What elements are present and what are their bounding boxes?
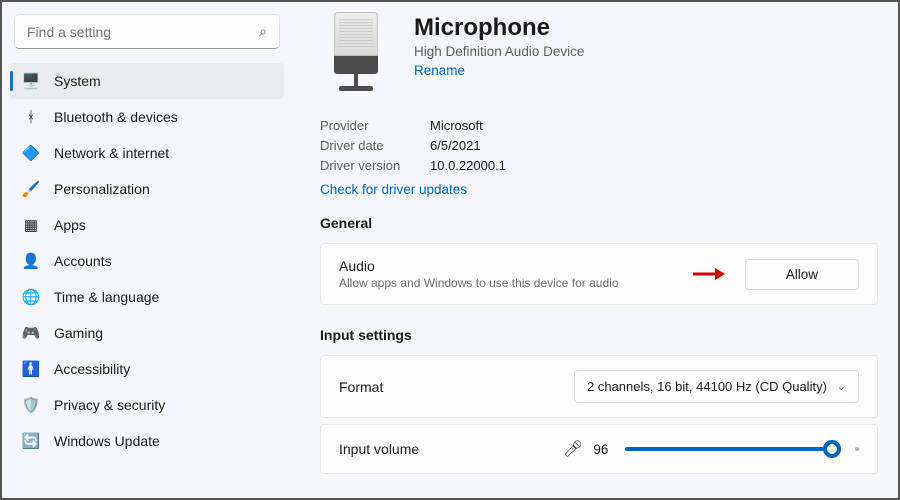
search-input[interactable] [27,24,259,40]
search-box[interactable]: ⌕ [14,14,280,49]
sidebar-item-windows-update[interactable]: 🔄 Windows Update [10,423,284,459]
sidebar-item-accessibility[interactable]: 🚹 Accessibility [10,351,284,387]
accessibility-icon: 🚹 [22,360,40,378]
audio-card: Audio Allow apps and Windows to use this… [320,243,878,305]
driver-version-label: Driver version [320,156,430,176]
device-subtitle: High Definition Audio Device [414,44,584,59]
sidebar-item-label: Accessibility [54,361,130,377]
rename-link[interactable]: Rename [414,63,465,78]
microphone-icon [320,12,392,102]
slider-thumb[interactable] [823,440,841,458]
sidebar-item-label: Privacy & security [54,397,165,413]
bluetooth-icon: ᚼ [22,108,40,126]
sidebar-item-privacy-security[interactable]: 🛡️ Privacy & security [10,387,284,423]
input-volume-card: Input volume 🎤︎ 96 [320,424,878,474]
driver-date-label: Driver date [320,136,430,156]
accounts-icon: 👤 [22,252,40,270]
sidebar-item-label: Time & language [54,289,159,305]
driver-date-value: 6/5/2021 [430,136,481,156]
provider-value: Microsoft [430,116,483,136]
sidebar-item-bluetooth-devices[interactable]: ᚼ Bluetooth & devices [10,99,284,135]
sidebar-item-accounts[interactable]: 👤 Accounts [10,243,284,279]
sidebar-item-personalization[interactable]: 🖌️ Personalization [10,171,284,207]
main-content: Microphone High Definition Audio Device … [292,2,898,498]
chevron-down-icon: ⌄ [837,380,846,393]
search-icon: ⌕ [259,23,267,40]
sidebar-item-label: Gaming [54,325,103,341]
sidebar-item-apps[interactable]: ▦ Apps [10,207,284,243]
input-volume-label: Input volume [339,441,549,457]
check-updates-link[interactable]: Check for driver updates [320,182,467,197]
network-icon: 🔷 [22,144,40,162]
update-icon: 🔄 [22,432,40,450]
format-card: Format 2 channels, 16 bit, 44100 Hz (CD … [320,355,878,418]
device-header: Microphone High Definition Audio Device … [320,12,878,102]
sidebar-item-gaming[interactable]: 🎮 Gaming [10,315,284,351]
section-general: General [320,215,878,231]
format-dropdown[interactable]: 2 channels, 16 bit, 44100 Hz (CD Quality… [574,370,859,403]
privacy-icon: 🛡️ [22,396,40,414]
section-input-settings: Input settings [320,327,878,343]
sidebar-item-label: System [54,73,101,89]
sidebar-item-label: Bluetooth & devices [54,109,178,125]
personalization-icon: 🖌️ [22,180,40,198]
sidebar-item-network-internet[interactable]: 🔷 Network & internet [10,135,284,171]
system-icon: 🖥️ [22,72,40,90]
page-title: Microphone [414,14,584,42]
sidebar-item-label: Accounts [54,253,112,269]
input-volume-value: 96 [593,442,615,457]
allow-button[interactable]: Allow [745,259,859,290]
driver-version-value: 10.0.22000.1 [430,156,506,176]
time-icon: 🌐 [22,288,40,306]
format-label: Format [339,379,560,395]
annotation-arrow-icon [691,266,725,282]
provider-label: Provider [320,116,430,136]
input-volume-slider[interactable] [625,447,841,451]
sidebar-item-label: Personalization [54,181,150,197]
microphone-small-icon[interactable]: 🎤︎ [563,439,583,459]
sidebar-item-system[interactable]: 🖥️ System [10,63,284,99]
apps-icon: ▦ [22,216,40,234]
audio-title: Audio [339,258,677,274]
settings-sidebar: ⌕ 🖥️ System ᚼ Bluetooth & devices 🔷 Network &… [2,2,292,498]
sidebar-item-label: Apps [54,217,86,233]
audio-desc: Allow apps and Windows to use this devic… [339,276,677,290]
sidebar-item-label: Windows Update [54,433,160,449]
driver-meta: ProviderMicrosoft Driver date6/5/2021 Dr… [320,116,878,176]
format-value: 2 channels, 16 bit, 44100 Hz (CD Quality… [587,379,827,394]
slider-end-mark [855,447,859,451]
sidebar-item-label: Network & internet [54,145,169,161]
gaming-icon: 🎮 [22,324,40,342]
sidebar-item-time-language[interactable]: 🌐 Time & language [10,279,284,315]
